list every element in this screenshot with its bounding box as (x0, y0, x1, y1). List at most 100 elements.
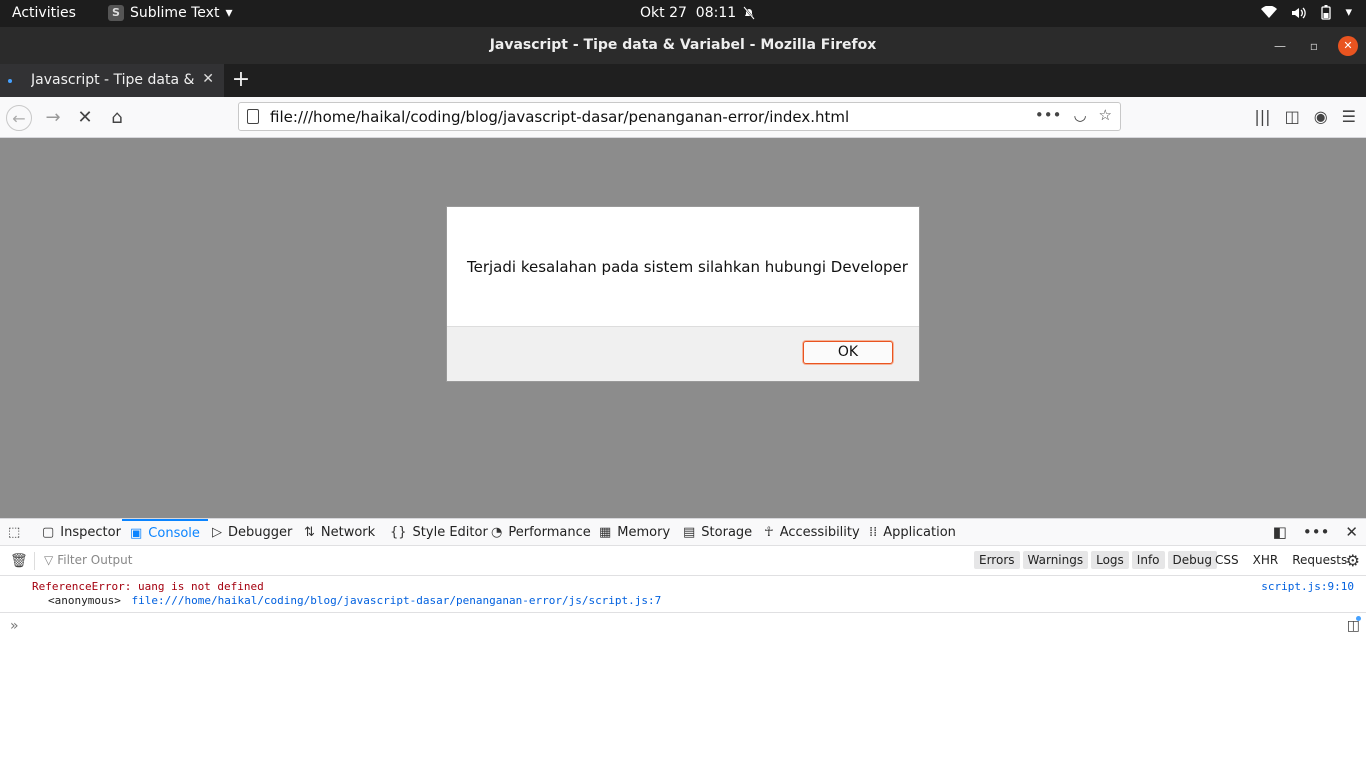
stop-icon[interactable]: ✕ (72, 105, 98, 131)
gear-icon[interactable]: ⚙ (1346, 551, 1360, 570)
wifi-icon (1261, 6, 1278, 18)
tab-accessibility[interactable]: ☥ Accessibility (764, 519, 860, 546)
tab-label: Network (320, 525, 376, 540)
page-icon (247, 109, 259, 124)
home-icon[interactable]: ⌂ (104, 105, 130, 131)
tab-title: Javascript - Tipe data & Variabel (31, 72, 195, 88)
bookmark-star-icon[interactable]: ☆ (1099, 106, 1112, 124)
filter-debug-button[interactable]: Debug (1167, 551, 1217, 569)
devtools-menu-icon[interactable]: ••• (1303, 523, 1330, 541)
window-title: Javascript - Tipe data & Variabel - Mozi… (489, 37, 877, 53)
debugger-icon: ▷ (212, 525, 222, 540)
application-icon: ⁞⁞ (869, 525, 878, 540)
network-icon: ⇅ (304, 525, 315, 540)
tab-label: Memory (617, 525, 671, 540)
tab-network[interactable]: ⇅ Network (304, 519, 375, 546)
tab-performance[interactable]: ◔ Performance (491, 519, 591, 546)
tab-style-editor[interactable]: {} Style Editor (390, 519, 488, 546)
app-menu[interactable]: S Sublime Text ▾ (108, 5, 232, 21)
loading-dot-icon (8, 79, 12, 83)
filter-logs-button[interactable]: Logs (1091, 551, 1129, 569)
system-menu[interactable]: ▾ (1261, 5, 1352, 20)
console-icon: ▣ (130, 526, 143, 541)
stack-trace: <anonymous> file:///home/haikal/coding/b… (48, 594, 661, 607)
clock-label: Okt 27 08:11 (640, 5, 737, 21)
tab-console[interactable]: ▣ Console (122, 519, 208, 546)
tab-label: Console (148, 526, 200, 541)
devtools-toolbar: ⬚ ▢ Inspector ▣ Console ▷ Debugger ⇅ Network… (0, 518, 1366, 546)
new-tab-icon[interactable]: + (230, 67, 252, 93)
hamburger-menu-icon[interactable]: ☰ (1342, 107, 1356, 126)
tab-application[interactable]: ⁞⁞ Application (869, 519, 956, 546)
tab-storage[interactable]: ▤ Storage (683, 519, 752, 546)
console-input[interactable]: » ◫ (0, 614, 1366, 768)
trash-icon[interactable]: 🗑 (10, 553, 28, 569)
tab-debugger[interactable]: ▷ Debugger (212, 519, 292, 546)
inspector-icon: ▢ (42, 525, 55, 540)
browser-tab[interactable]: Javascript - Tipe data & Variabel ✕ (0, 64, 224, 97)
filter-css-button[interactable]: CSS (1215, 553, 1239, 567)
tab-label: Storage (701, 525, 753, 540)
log-level-filters: Errors Warnings Logs Info Debug (974, 551, 1217, 569)
maximize-icon[interactable]: ▫ (1304, 36, 1324, 56)
minimize-icon[interactable]: — (1270, 36, 1290, 56)
filter-input[interactable]: ▽ Filter Output (44, 553, 132, 567)
url-text[interactable]: file:///home/haikal/coding/blog/javascri… (270, 108, 849, 126)
alert-dialog: Terjadi kesalahan pada sistem silahkan h… (446, 206, 920, 382)
battery-icon (1321, 5, 1332, 20)
stack-function: <anonymous> (48, 594, 121, 607)
prompt-chevron-icon: » (10, 618, 19, 634)
style-editor-icon: {} (390, 525, 407, 540)
clock[interactable]: Okt 27 08:11 (640, 5, 756, 21)
filter-requests-button[interactable]: Requests (1292, 553, 1347, 567)
bell-muted-icon (743, 6, 755, 20)
tab-strip: Javascript - Tipe data & Variabel ✕ + (0, 64, 1366, 97)
source-link[interactable]: script.js:9:10 (1261, 580, 1354, 593)
close-tab-icon[interactable]: ✕ (202, 71, 214, 87)
volume-icon (1292, 7, 1307, 18)
tab-inspector[interactable]: ▢ Inspector (42, 519, 121, 546)
tab-label: Application (883, 525, 956, 540)
address-bar[interactable]: file:///home/haikal/coding/blog/javascri… (238, 102, 1121, 131)
pocket-icon[interactable]: ◡ (1073, 106, 1086, 124)
page-actions-icon[interactable]: ••• (1035, 106, 1062, 124)
sidebar-icon[interactable]: ◫ (1285, 107, 1300, 126)
tab-memory[interactable]: ▦ Memory (599, 519, 670, 546)
close-window-icon[interactable]: ✕ (1338, 36, 1358, 56)
forward-arrow-icon[interactable]: → (40, 105, 66, 131)
accessibility-icon: ☥ (764, 525, 774, 540)
library-icon[interactable]: ||| (1254, 107, 1270, 126)
tab-label: Performance (508, 525, 591, 540)
account-icon[interactable]: ◉ (1314, 107, 1328, 126)
tab-label: Debugger (228, 525, 293, 540)
filter-warnings-button[interactable]: Warnings (1022, 551, 1089, 569)
activities-button[interactable]: Activities (12, 5, 76, 21)
alert-footer: OK (447, 326, 919, 381)
tab-label: Style Editor (412, 525, 488, 540)
performance-icon: ◔ (491, 525, 503, 540)
console-filter-bar: 🗑 ▽ Filter Output Errors Warnings Logs I… (0, 546, 1366, 576)
back-arrow-icon[interactable]: ← (6, 105, 32, 131)
tab-label: Inspector (60, 525, 121, 540)
caret-down-icon: ▾ (1345, 5, 1352, 20)
console-error-message: ReferenceError: uang is not defined <ano… (0, 576, 1366, 613)
gnome-top-bar: Activities S Sublime Text ▾ Okt 27 08:11… (0, 0, 1366, 27)
tab-label: Accessibility (779, 525, 860, 540)
window-titlebar[interactable]: Javascript - Tipe data & Variabel - Mozi… (0, 27, 1366, 64)
caret-down-icon: ▾ (225, 5, 233, 21)
alert-message: Terjadi kesalahan pada sistem silahkan h… (467, 258, 908, 276)
filter-info-button[interactable]: Info (1131, 551, 1165, 569)
other-filters: CSS XHR Requests (1215, 553, 1347, 567)
storage-icon: ▤ (683, 525, 696, 540)
filter-xhr-button[interactable]: XHR (1253, 553, 1279, 567)
element-picker-icon[interactable]: ⬚ (8, 519, 20, 546)
memory-icon: ▦ (599, 525, 612, 540)
close-devtools-icon[interactable]: ✕ (1345, 523, 1358, 541)
stack-link[interactable]: file:///home/haikal/coding/blog/javascri… (131, 594, 661, 607)
filter-errors-button[interactable]: Errors (974, 551, 1020, 569)
page-content: Terjadi kesalahan pada sistem silahkan h… (0, 138, 1366, 518)
dock-side-icon[interactable]: ◧ (1273, 523, 1287, 541)
ok-button[interactable]: OK (803, 341, 893, 364)
notification-dot-icon (1356, 616, 1361, 621)
navigation-toolbar: ← → ✕ ⌂ file:///home/haikal/coding/blog/… (0, 97, 1366, 138)
